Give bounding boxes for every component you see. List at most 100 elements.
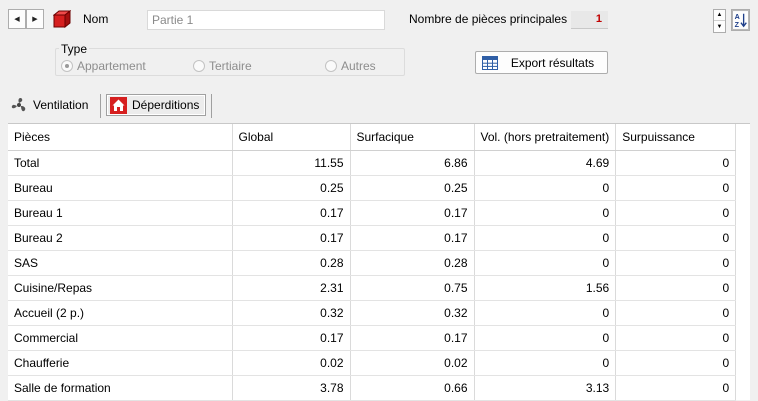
radio-label: Appartement xyxy=(77,59,146,73)
table-row[interactable]: Chaufferie 0.02 0.02 0 0 xyxy=(8,350,737,376)
tab-divider xyxy=(211,94,212,118)
results-table: Pièces Global Surfacique Vol. (hors pret… xyxy=(8,124,737,401)
tab-ventilation[interactable]: Ventilation xyxy=(10,94,88,116)
tab-label: Ventilation xyxy=(33,98,89,112)
radio-autres[interactable]: Autres xyxy=(325,59,376,73)
cell-room: SAS xyxy=(8,250,233,276)
name-label: Nom xyxy=(83,12,109,26)
house-icon xyxy=(110,96,127,114)
table-row[interactable]: Salle de formation 3.78 0.66 3.13 0 xyxy=(8,375,737,401)
column-header-surfacique[interactable]: Surfacique xyxy=(350,124,475,151)
name-input[interactable]: Partie 1 xyxy=(147,10,385,30)
svg-text:Z: Z xyxy=(735,21,740,29)
cell-global: 11.55 xyxy=(232,150,351,176)
cell-surpuissance: 0 xyxy=(615,325,737,351)
spin-up-icon[interactable]: ▲ xyxy=(714,10,725,21)
cell-room: Bureau 2 xyxy=(8,225,233,251)
cell-volume: 0 xyxy=(474,200,617,226)
cell-surpuissance: 0 xyxy=(615,275,737,301)
cell-global: 0.28 xyxy=(232,250,351,276)
table-row[interactable]: SAS 0.28 0.28 0 0 xyxy=(8,250,737,276)
tab-deperditions[interactable]: Déperditions xyxy=(106,94,207,116)
radio-checked-icon xyxy=(61,60,73,72)
cell-room: Bureau xyxy=(8,175,233,201)
table-row[interactable]: Commercial 0.17 0.17 0 0 xyxy=(8,325,737,351)
table-row[interactable]: Cuisine/Repas 2.31 0.75 1.56 0 xyxy=(8,275,737,301)
count-label: Nombre de pièces principales xyxy=(409,12,568,26)
cell-surfacique: 6.86 xyxy=(350,150,475,176)
cell-volume: 1.56 xyxy=(474,275,617,301)
table-row[interactable]: Bureau 1 0.17 0.17 0 0 xyxy=(8,200,737,226)
cell-volume: 0 xyxy=(474,175,617,201)
table-row[interactable]: Total 11.55 6.86 4.69 0 xyxy=(8,150,737,176)
radio-unchecked-icon xyxy=(193,60,205,72)
cell-surpuissance: 0 xyxy=(615,300,737,326)
export-results-label: Export résultats xyxy=(510,55,595,70)
column-header-surpuissance[interactable]: Surpuissance xyxy=(615,124,737,151)
cell-surpuissance: 0 xyxy=(615,225,737,251)
cell-room: Commercial xyxy=(8,325,233,351)
cell-volume: 0 xyxy=(474,300,617,326)
cell-global: 0.17 xyxy=(232,325,351,351)
table-icon xyxy=(482,55,498,70)
cell-surpuissance: 0 xyxy=(615,150,737,176)
results-grid[interactable]: Pièces Global Surfacique Vol. (hors pret… xyxy=(8,123,750,401)
table-row[interactable]: Bureau 0.25 0.25 0 0 xyxy=(8,175,737,201)
cell-volume: 0 xyxy=(474,225,617,251)
table-row[interactable]: Bureau 2 0.17 0.17 0 0 xyxy=(8,225,737,251)
cell-surfacique: 0.75 xyxy=(350,275,475,301)
previous-button[interactable]: ◀ xyxy=(8,9,26,29)
count-value: 1 xyxy=(571,11,608,29)
next-button[interactable]: ▶ xyxy=(26,9,44,29)
cell-surpuissance: 0 xyxy=(615,350,737,376)
cell-surfacique: 0.02 xyxy=(350,350,475,376)
cell-global: 3.78 xyxy=(232,375,351,401)
cell-room: Cuisine/Repas xyxy=(8,275,233,301)
cell-global: 0.17 xyxy=(232,225,351,251)
cell-global: 0.25 xyxy=(232,175,351,201)
tab-divider xyxy=(100,94,101,118)
export-results-button[interactable]: Export résultats xyxy=(475,51,608,74)
radio-tertiaire[interactable]: Tertiaire xyxy=(193,59,252,73)
cell-surpuissance: 0 xyxy=(615,375,737,401)
cell-volume: 4.69 xyxy=(474,150,617,176)
table-row[interactable]: Accueil (2 p.) 0.32 0.32 0 0 xyxy=(8,300,737,326)
cell-surfacique: 0.66 xyxy=(350,375,475,401)
spin-down-icon[interactable]: ▼ xyxy=(714,21,725,32)
cube-icon xyxy=(53,10,71,28)
cell-surfacique: 0.28 xyxy=(350,250,475,276)
cell-global: 0.02 xyxy=(232,350,351,376)
cell-surpuissance: 0 xyxy=(615,175,737,201)
cell-surpuissance: 0 xyxy=(615,250,737,276)
order-spinner[interactable]: ▲ ▼ xyxy=(713,9,726,33)
column-header-pieces[interactable]: Pièces xyxy=(8,124,233,151)
cell-room: Accueil (2 p.) xyxy=(8,300,233,326)
radio-unchecked-icon xyxy=(325,60,337,72)
column-header-volume[interactable]: Vol. (hors pretraitement) xyxy=(474,124,617,151)
cell-surfacique: 0.17 xyxy=(350,225,475,251)
radio-appartement[interactable]: Appartement xyxy=(61,59,146,73)
svg-text:A: A xyxy=(735,13,740,21)
fan-icon xyxy=(11,98,26,112)
cell-surfacique: 0.32 xyxy=(350,300,475,326)
cell-surfacique: 0.17 xyxy=(350,325,475,351)
cell-room: Salle de formation xyxy=(8,375,233,401)
cell-volume: 0 xyxy=(474,250,617,276)
cell-room: Chaufferie xyxy=(8,350,233,376)
column-header-global[interactable]: Global xyxy=(232,124,351,151)
cell-surfacique: 0.17 xyxy=(350,200,475,226)
cell-volume: 0 xyxy=(474,350,617,376)
cell-surpuissance: 0 xyxy=(615,200,737,226)
cell-volume: 0 xyxy=(474,325,617,351)
cell-room: Bureau 1 xyxy=(8,200,233,226)
cell-global: 2.31 xyxy=(232,275,351,301)
cell-surfacique: 0.25 xyxy=(350,175,475,201)
radio-label: Autres xyxy=(341,59,376,73)
cell-global: 0.32 xyxy=(232,300,351,326)
sort-az-icon[interactable]: A Z xyxy=(731,9,750,31)
tab-label: Déperditions xyxy=(132,98,200,112)
radio-label: Tertiaire xyxy=(209,59,252,73)
type-group-title: Type xyxy=(59,42,90,56)
cell-room: Total xyxy=(8,150,233,176)
cell-global: 0.17 xyxy=(232,200,351,226)
